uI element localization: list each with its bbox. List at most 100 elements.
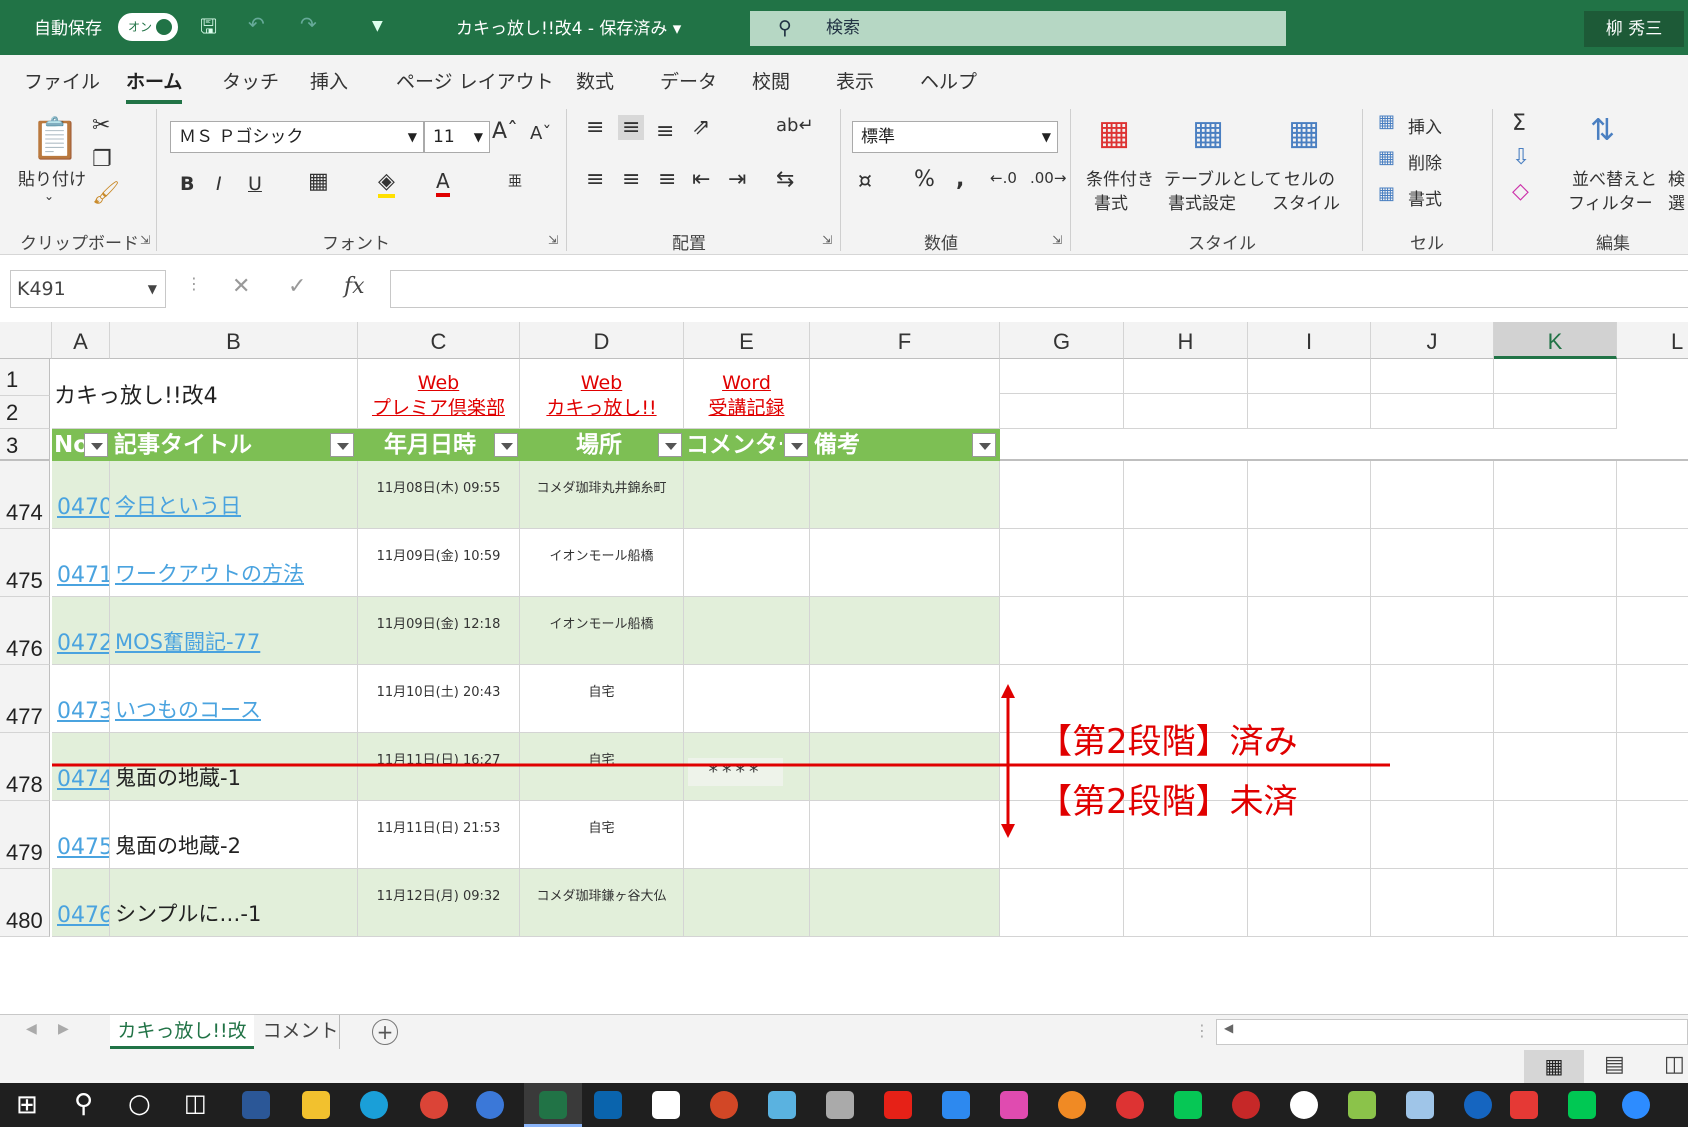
cut-icon[interactable]: ✂	[92, 113, 110, 138]
comma-style-icon[interactable]: ,	[956, 167, 964, 192]
line-icon[interactable]	[1174, 1091, 1202, 1119]
enter-icon[interactable]: ✓	[288, 274, 306, 299]
increase-decimal-icon[interactable]: ←.0	[990, 169, 1017, 187]
tab-review[interactable]: 校閲	[752, 67, 790, 94]
decrease-indent-icon[interactable]: ⇤	[692, 167, 710, 192]
youtube-icon[interactable]	[884, 1091, 912, 1119]
search-input[interactable]: ⚲ 検索	[750, 11, 1286, 46]
normal-view-icon[interactable]: ▦	[1524, 1050, 1584, 1083]
app-icon[interactable]	[826, 1091, 854, 1119]
find-select-label-2[interactable]: 選	[1668, 189, 1685, 214]
find-select-label-1[interactable]: 検	[1668, 165, 1685, 190]
align-top-icon[interactable]: ≡	[586, 115, 604, 140]
delete-cells-button[interactable]: 削除	[1408, 149, 1442, 174]
cortana-icon[interactable]: ○	[128, 1089, 151, 1119]
google-icon[interactable]	[1290, 1091, 1318, 1119]
insert-cells-button[interactable]: 挿入	[1408, 113, 1442, 138]
clear-icon[interactable]: ◇	[1512, 179, 1529, 204]
grow-font-icon[interactable]: Aˆ	[492, 119, 518, 144]
tab-help[interactable]: ヘルプ	[920, 67, 977, 94]
underline-button[interactable]: U	[248, 173, 262, 195]
percent-button[interactable]: %	[914, 167, 935, 192]
alignment-launcher-icon[interactable]: ⇲	[822, 233, 832, 247]
tab-view[interactable]: 表示	[836, 67, 874, 94]
orientation-icon[interactable]: ⇗	[692, 115, 710, 140]
edge-icon[interactable]	[360, 1091, 388, 1119]
add-sheet-icon[interactable]: +	[372, 1019, 398, 1045]
tab-home[interactable]: ホーム	[126, 67, 183, 104]
font-launcher-icon[interactable]: ⇲	[548, 233, 558, 247]
formula-input[interactable]	[390, 270, 1688, 308]
sort-filter-icon[interactable]: ⇅	[1590, 113, 1615, 148]
tab-touch[interactable]: タッチ	[222, 67, 279, 94]
autosum-icon[interactable]: Σ	[1512, 111, 1526, 136]
paste-button[interactable]: 貼り付け	[18, 165, 86, 190]
align-middle-icon[interactable]: ≡	[618, 115, 645, 140]
format-as-table-label-1[interactable]: テーブルとして	[1164, 165, 1281, 190]
undo-icon[interactable]: ↶	[248, 12, 265, 36]
font-size-select[interactable]: 11 ▼	[424, 121, 490, 153]
tab-data[interactable]: データ	[660, 67, 717, 94]
scroll-left-icon[interactable]: ◀	[26, 1021, 37, 1037]
page-layout-view-icon[interactable]: ▤	[1604, 1052, 1625, 1077]
customize-qat-icon[interactable]: ▼	[372, 18, 383, 34]
app-icon[interactable]	[1116, 1091, 1144, 1119]
increase-indent-icon[interactable]: ⇥	[728, 167, 746, 192]
name-box[interactable]: K491 ▼	[10, 270, 166, 308]
conditional-format-label-1[interactable]: 条件付き	[1086, 165, 1154, 190]
onedrive-icon[interactable]	[1464, 1091, 1492, 1119]
format-painter-icon[interactable]: 🖌	[92, 181, 120, 206]
clipboard-launcher-icon[interactable]: ⇲	[140, 233, 150, 247]
format-cells-button[interactable]: 書式	[1408, 185, 1442, 210]
redo-icon[interactable]: ↷	[300, 12, 317, 36]
wrap-text-icon[interactable]: ab↵	[776, 115, 814, 136]
insert-function-button[interactable]: fx	[344, 274, 365, 299]
play-store-icon[interactable]	[1568, 1091, 1596, 1119]
format-as-table-icon[interactable]: ▦	[1192, 113, 1224, 153]
word-icon[interactable]	[242, 1091, 270, 1119]
shrink-font-icon[interactable]: Aˇ	[530, 123, 551, 144]
fill-icon[interactable]: ⇩	[1512, 145, 1530, 170]
user-account[interactable]: 柳 秀三	[1584, 11, 1684, 47]
scroll-left-icon[interactable]: ◀	[1224, 1021, 1233, 1035]
decrease-decimal-icon[interactable]: .00→	[1030, 169, 1066, 187]
number-format-select[interactable]: 標準 ▼	[852, 121, 1058, 153]
photos-icon[interactable]	[942, 1091, 970, 1119]
sort-filter-label-2[interactable]: フィルター	[1568, 189, 1653, 214]
paint-icon[interactable]	[1058, 1091, 1086, 1119]
format-as-table-label-2[interactable]: 書式設定	[1168, 189, 1236, 214]
app-icon[interactable]	[1000, 1091, 1028, 1119]
borders-icon[interactable]: ▦	[308, 169, 329, 194]
document-title[interactable]: カキっ放し!!改4 - 保存済み ▾	[456, 14, 681, 39]
bold-button[interactable]: B	[180, 173, 194, 195]
tab-insert[interactable]: 挿入	[310, 67, 348, 94]
fill-color-icon[interactable]: ◈	[378, 169, 395, 198]
delete-cells-icon[interactable]: ▦	[1378, 147, 1395, 168]
autosave-toggle[interactable]: オン	[118, 13, 178, 41]
paste-icon[interactable]: 📋	[30, 115, 80, 162]
tab-file[interactable]: ファイル	[24, 67, 100, 94]
sheet-tab-kakippanashi[interactable]: カキっ放し!!改	[110, 1015, 254, 1049]
tab-page-layout[interactable]: ページ レイアウト	[396, 67, 554, 94]
app-icon[interactable]	[1232, 1091, 1260, 1119]
excel-taskbar-button[interactable]	[524, 1083, 582, 1127]
app-icon[interactable]	[768, 1091, 796, 1119]
chrome-icon[interactable]	[420, 1091, 448, 1119]
merge-center-icon[interactable]: ⇆	[776, 167, 794, 192]
cancel-icon[interactable]: ✕	[232, 274, 250, 299]
currency-icon[interactable]: ¤	[858, 169, 872, 194]
font-color-icon[interactable]: A	[436, 169, 450, 197]
format-cells-icon[interactable]: ▦	[1378, 183, 1395, 204]
tab-formulas[interactable]: 数式	[576, 67, 614, 94]
app-icon[interactable]	[1406, 1091, 1434, 1119]
italic-button[interactable]: I	[216, 173, 222, 195]
cell-styles-label-2[interactable]: スタイル	[1272, 189, 1340, 214]
cell-styles-icon[interactable]: ▦	[1288, 113, 1320, 153]
powerpoint-icon[interactable]	[710, 1091, 738, 1119]
sheet-tab-comment[interactable]: コメント	[262, 1015, 340, 1049]
align-bottom-icon[interactable]: ≡	[656, 119, 674, 144]
align-right-icon[interactable]: ≡	[658, 167, 676, 192]
phonetic-icon[interactable]: 亜	[508, 171, 522, 191]
sort-filter-label-1[interactable]: 並べ替えと	[1572, 165, 1657, 190]
conditional-format-label-2[interactable]: 書式	[1094, 189, 1128, 214]
